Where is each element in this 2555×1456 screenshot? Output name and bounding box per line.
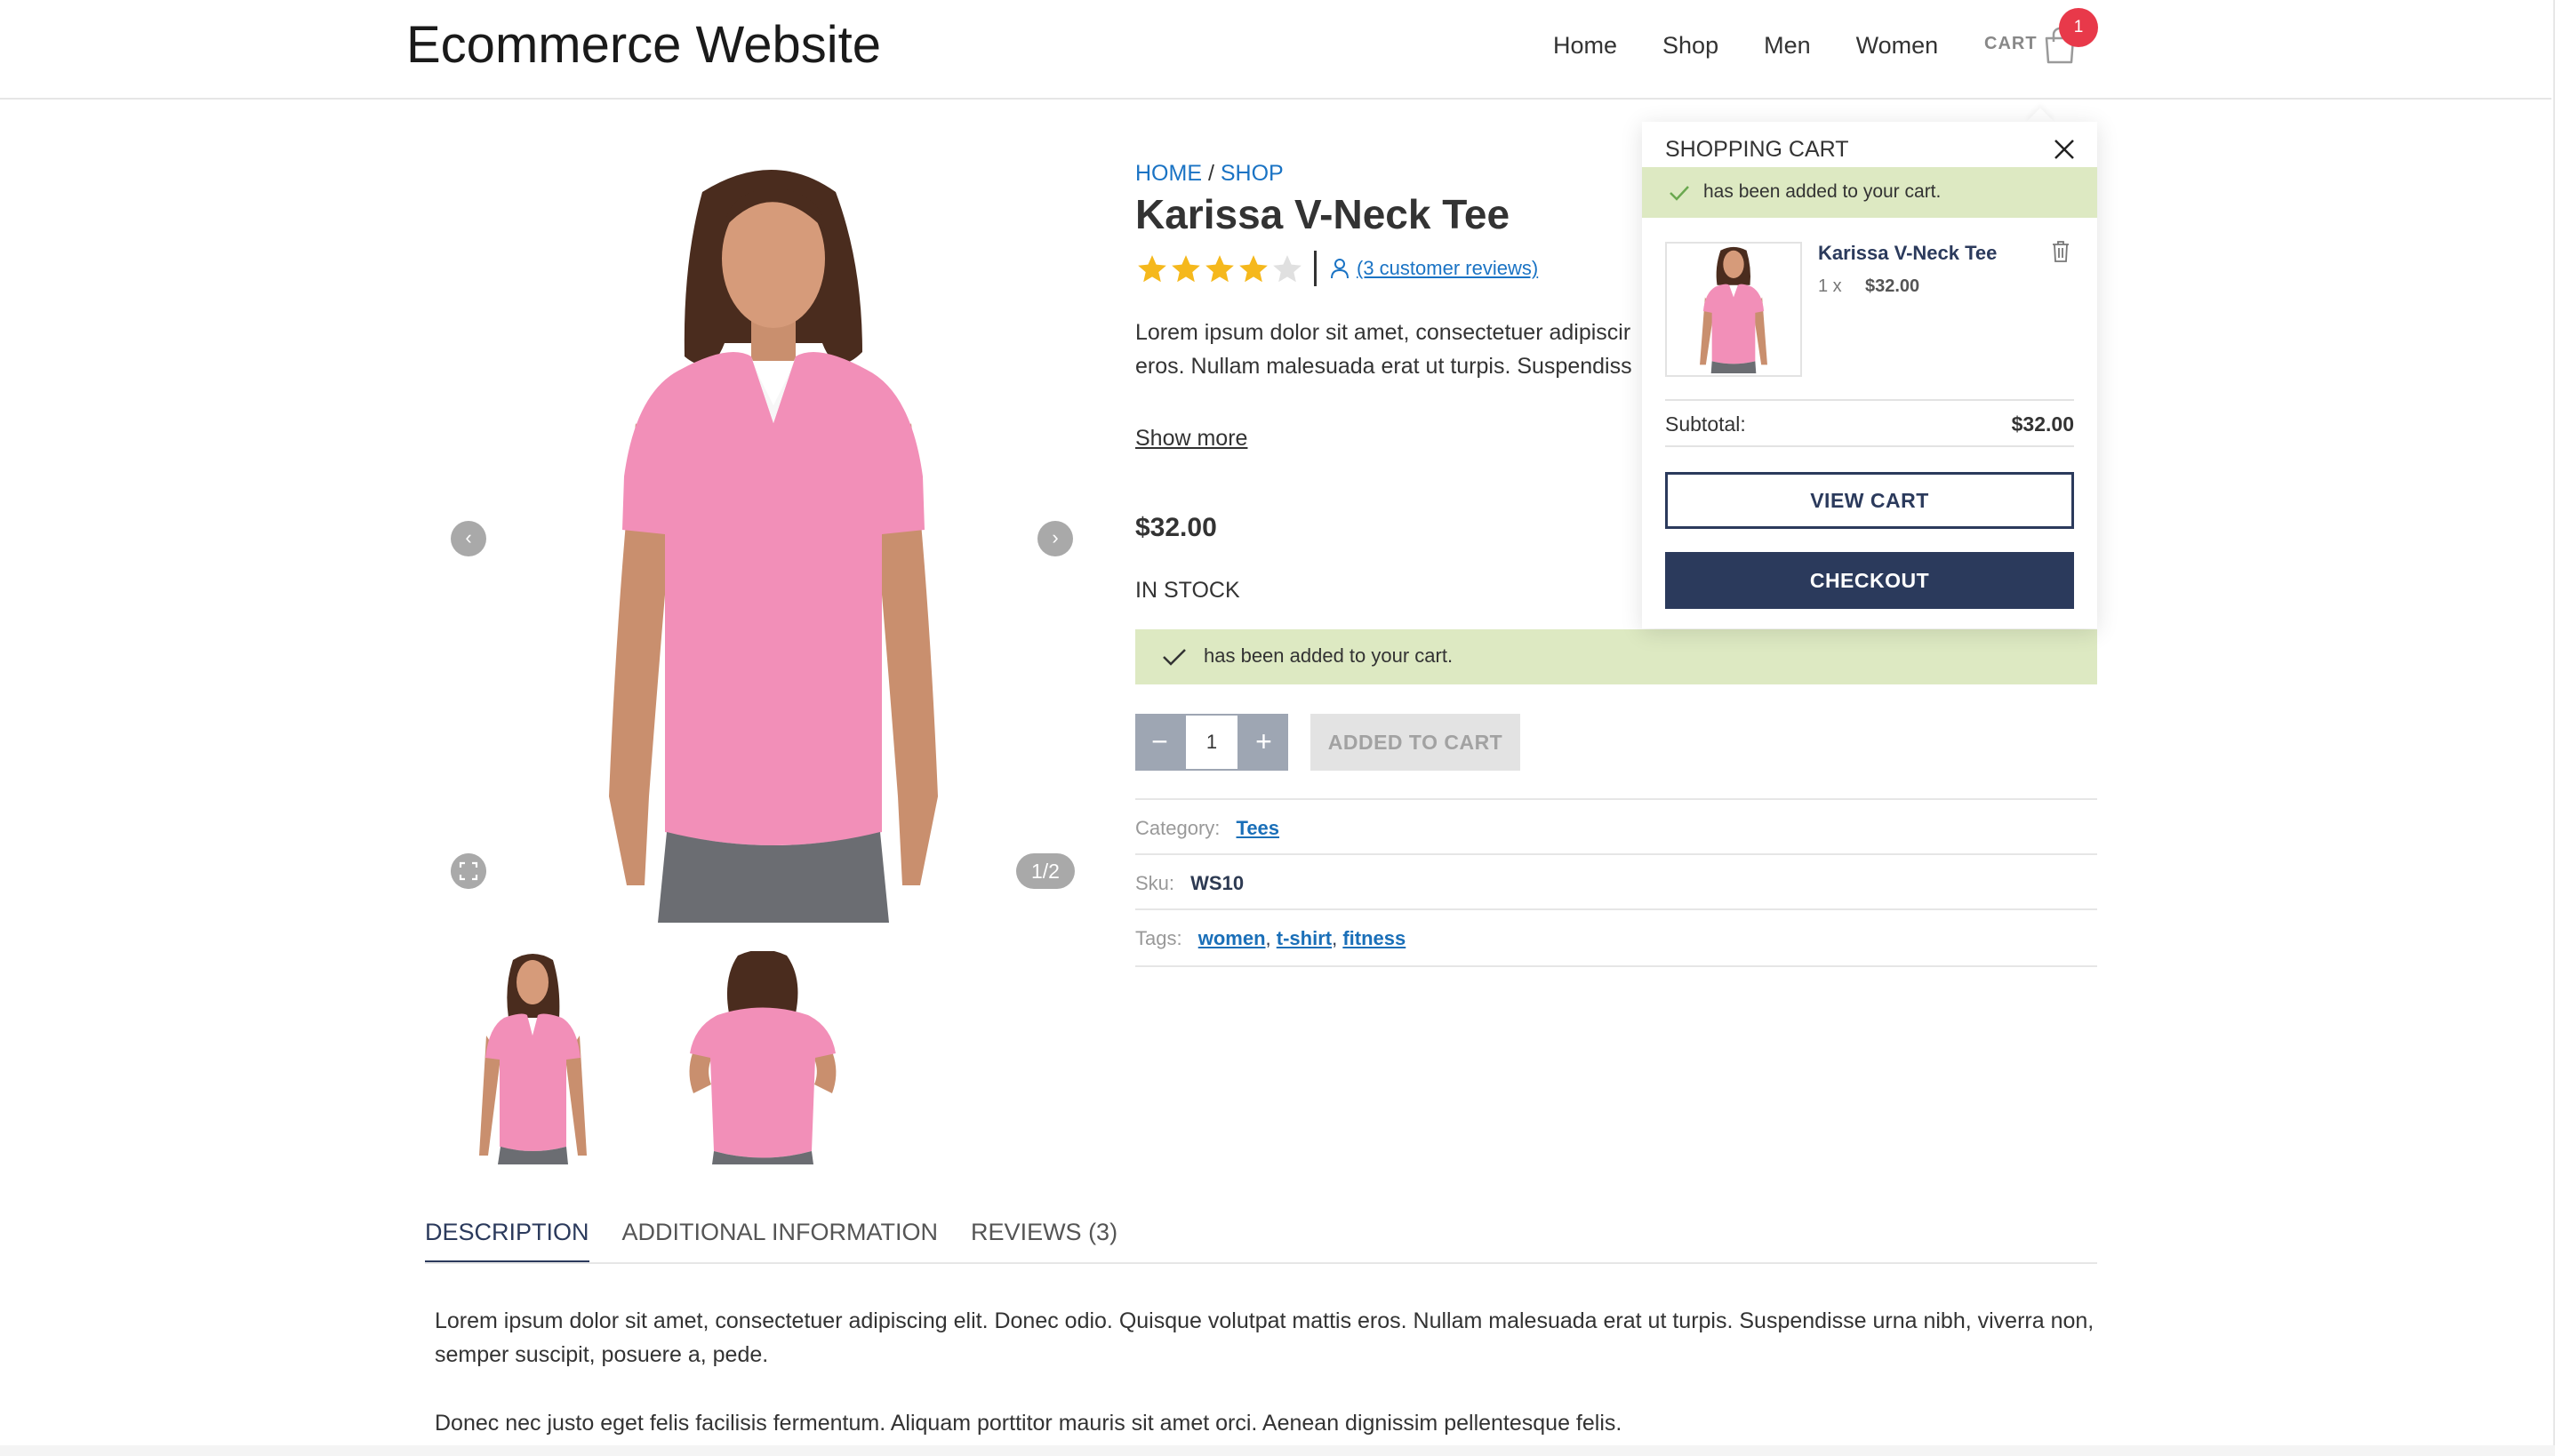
sku-value: WS10 <box>1190 872 1245 894</box>
divider <box>1665 399 2074 401</box>
tab-reviews[interactable]: REVIEWS (3) <box>971 1214 1117 1264</box>
close-icon[interactable] <box>2053 138 2076 161</box>
product-price: $32.00 <box>1135 513 1217 542</box>
star-icon <box>1172 255 1200 283</box>
quantity-increase-button[interactable]: + <box>1239 714 1288 771</box>
nav-home[interactable]: Home <box>1553 30 1617 60</box>
quantity-decrease-button[interactable]: − <box>1135 714 1184 771</box>
category-label: Category: <box>1135 817 1221 839</box>
product-thumbnail-front[interactable] <box>469 951 597 1164</box>
fullscreen-icon[interactable] <box>451 853 486 889</box>
meta-tags: Tags: women, t-shirt, fitness <box>1135 926 1406 951</box>
star-icon <box>1273 255 1302 283</box>
breadcrumb-home[interactable]: HOME <box>1135 161 1202 186</box>
checkmark-icon <box>1163 649 1186 666</box>
tag-link[interactable]: t-shirt <box>1277 927 1332 949</box>
nav-women[interactable]: Women <box>1856 30 1939 60</box>
cart-item-price: $32.00 <box>1865 276 1920 296</box>
tags-label: Tags: <box>1135 927 1182 949</box>
divider <box>1135 965 2097 967</box>
tag-separator: , <box>1332 927 1338 949</box>
nav-men[interactable]: Men <box>1764 30 1811 60</box>
tab-additional-information[interactable]: ADDITIONAL INFORMATION <box>622 1214 939 1264</box>
product-tabs: DESCRIPTION ADDITIONAL INFORMATION REVIE… <box>425 1214 1150 1264</box>
tabs-divider <box>425 1262 2097 1264</box>
divider <box>1665 445 2074 447</box>
description-paragraph: Donec nec justo eget felis facilisis fer… <box>435 1411 1622 1436</box>
add-to-cart-button[interactable]: ADDED TO CART <box>1310 714 1520 771</box>
tag-link[interactable]: fitness <box>1342 927 1406 949</box>
sku-label: Sku: <box>1135 872 1175 894</box>
main-nav: Home Shop Men Women <box>1553 30 1938 60</box>
checkout-button[interactable]: CHECKOUT <box>1665 552 2074 609</box>
cart-item-name[interactable]: Karissa V-Neck Tee <box>1818 241 1997 266</box>
gallery-counter: 1/2 <box>1016 853 1075 889</box>
short-description-line: Lorem ipsum dolor sit amet, consectetuer… <box>1135 320 1631 345</box>
description-paragraph: Lorem ipsum dolor sit amet, consectetuer… <box>435 1308 2094 1367</box>
show-more-link[interactable]: Show more <box>1135 424 1247 452</box>
rating-divider <box>1314 251 1317 286</box>
gallery-next-button[interactable]: › <box>1037 521 1073 556</box>
site-header: Ecommerce Website Home Shop Men Women CA… <box>0 0 2551 100</box>
star-rating <box>1135 252 1304 286</box>
tag-separator: , <box>1265 927 1271 949</box>
product-title: Karissa V-Neck Tee <box>1135 191 1510 237</box>
mini-cart-notice: has been added to your cart. <box>1642 167 2097 218</box>
cart-item-thumbnail[interactable] <box>1665 242 1802 377</box>
checkmark-icon <box>1670 186 1689 201</box>
subtotal-label: Subtotal: <box>1665 412 1746 436</box>
subtotal-value: $32.00 <box>2011 412 2074 436</box>
customer-reviews-link[interactable]: (3 customer reviews) <box>1357 256 1538 281</box>
meta-category: Category: Tees <box>1135 816 1279 841</box>
cart-count-badge: 1 <box>2059 8 2098 47</box>
cart-item-quantity: 1 x <box>1818 276 1842 296</box>
breadcrumb: HOME / SHOP <box>1135 160 1284 187</box>
star-icon <box>1239 255 1268 283</box>
added-to-cart-notice: has been added to your cart. <box>1135 629 2097 684</box>
star-icon <box>1205 255 1234 283</box>
tag-link[interactable]: women <box>1198 927 1266 949</box>
product-main-image[interactable] <box>569 156 978 923</box>
star-icon <box>1138 255 1166 283</box>
divider <box>1135 853 2097 855</box>
page-bottom-edge <box>0 1445 2555 1456</box>
gallery-prev-button[interactable]: ‹ <box>451 521 486 556</box>
short-description-line: eros. Nullam malesuada erat ut turpis. S… <box>1135 354 1632 379</box>
quantity-input[interactable] <box>1184 714 1239 771</box>
breadcrumb-separator: / <box>1207 161 1214 186</box>
stock-status: IN STOCK <box>1135 578 1240 603</box>
meta-sku: Sku: WS10 <box>1135 871 1244 896</box>
site-title[interactable]: Ecommerce Website <box>406 12 881 78</box>
short-description: Lorem ipsum dolor sit amet, consectetuer… <box>1135 316 1642 387</box>
product-thumbnail-back[interactable] <box>662 951 863 1164</box>
breadcrumb-shop[interactable]: SHOP <box>1221 161 1284 186</box>
divider <box>1135 908 2097 910</box>
tab-description[interactable]: DESCRIPTION <box>425 1214 589 1264</box>
category-link[interactable]: Tees <box>1237 817 1280 839</box>
mini-cart-notice-text: has been added to your cart. <box>1703 181 1942 202</box>
mini-cart-popup: SHOPPING CART has been added to your car… <box>1642 122 2097 628</box>
mini-cart-title: SHOPPING CART <box>1665 137 1849 162</box>
nav-shop[interactable]: Shop <box>1662 30 1718 60</box>
view-cart-button[interactable]: VIEW CART <box>1665 472 2074 529</box>
cart-label[interactable]: CART <box>1984 32 2038 55</box>
user-icon <box>1331 259 1349 279</box>
trash-icon[interactable] <box>2051 240 2070 263</box>
notice-text: has been added to your cart. <box>1204 644 1454 667</box>
divider <box>1135 798 2097 800</box>
